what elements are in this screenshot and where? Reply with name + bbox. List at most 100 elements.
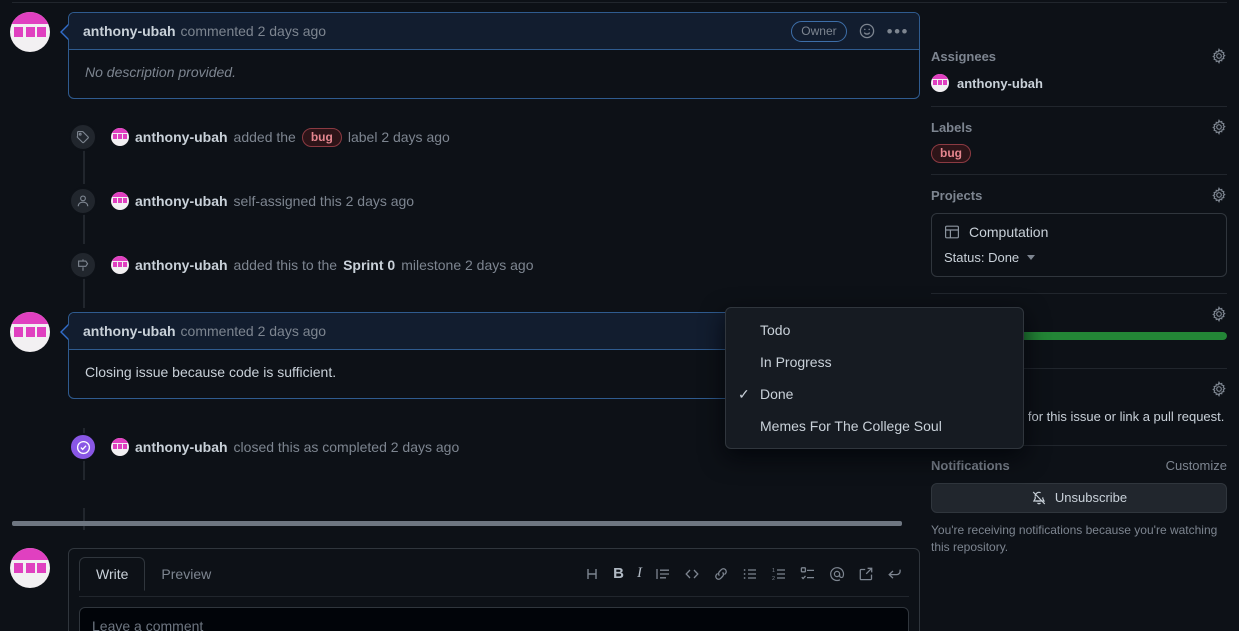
labels-header: Labels	[931, 119, 1227, 135]
editor-tabs: Write Preview B I 1 2	[79, 557, 909, 591]
new-comment-form: Write Preview B I 1 2 Leave a comment	[0, 548, 920, 631]
task-list-icon[interactable]	[800, 566, 816, 582]
gear-icon[interactable]	[1211, 187, 1227, 203]
event-text: anthony-ubah added this to the Sprint 0 …	[111, 256, 534, 274]
timeline-event-assigned: anthony-ubah self-assigned this 2 days a…	[0, 187, 920, 215]
tab-write[interactable]: Write	[79, 557, 146, 591]
assignees-header: Assignees	[931, 48, 1227, 64]
unsubscribe-button[interactable]: Unsubscribe	[931, 482, 1227, 513]
comment-arrow	[60, 24, 69, 40]
svg-text:1: 1	[772, 568, 775, 574]
italic-icon[interactable]: I	[637, 565, 642, 582]
comment-body: No description provided.	[85, 64, 236, 80]
comment-timestamp: commented 2 days ago	[180, 323, 327, 339]
avatar[interactable]	[10, 312, 50, 352]
gear-icon[interactable]	[1211, 48, 1227, 64]
event-text: anthony-ubah added the bug label 2 days …	[111, 127, 450, 147]
project-card[interactable]: Computation Status: Done	[931, 213, 1227, 277]
reference-icon[interactable]	[887, 566, 903, 582]
timeline-connector	[83, 508, 85, 530]
issue-page: anthony-ubah commented 2 days ago Owner	[0, 0, 1239, 631]
gear-icon[interactable]	[1211, 119, 1227, 135]
event-action-suffix: label 2 days ago	[347, 129, 450, 145]
dropdown-item-todo[interactable]: Todo	[726, 314, 1023, 346]
avatar[interactable]	[10, 12, 50, 52]
comment-card: anthony-ubah commented 2 days ago Owner	[68, 12, 920, 99]
comment-input[interactable]: Leave a comment	[79, 607, 909, 631]
assignees-body: anthony-ubah	[931, 74, 1227, 92]
issue-closed-icon	[69, 433, 97, 461]
event-actor[interactable]: anthony-ubah	[135, 193, 228, 209]
dropdown-item-label: In Progress	[760, 354, 832, 370]
mention-icon[interactable]	[829, 566, 845, 582]
comment-author[interactable]: anthony-ubah	[83, 323, 176, 339]
avatar[interactable]	[111, 192, 129, 210]
avatar[interactable]	[10, 548, 50, 588]
comment-editor: Write Preview B I 1 2 Leave a comment	[68, 548, 920, 631]
event-action: added this to the	[233, 257, 338, 273]
sidebar-section-labels: Labels bug	[931, 119, 1227, 174]
customize-link[interactable]: Customize	[1166, 458, 1227, 473]
assignees-title: Assignees	[931, 48, 997, 64]
unordered-list-icon[interactable]	[742, 566, 758, 582]
assignee-item[interactable]: anthony-ubah	[931, 74, 1227, 92]
notifications-note: You're receiving notifications because y…	[931, 522, 1218, 554]
gear-icon[interactable]	[1211, 306, 1227, 322]
project-status-dropdown[interactable]: Status: Done	[944, 250, 1214, 265]
project-status-label: Status: Done	[944, 250, 1020, 265]
event-action: self-assigned this 2 days ago	[233, 193, 415, 209]
milestone-name[interactable]: Sprint 0	[343, 257, 395, 273]
code-icon[interactable]	[684, 566, 700, 582]
dropdown-item-in-progress[interactable]: In Progress	[726, 346, 1023, 378]
comment-arrow	[60, 324, 69, 340]
project-name: Computation	[969, 224, 1049, 240]
tag-icon	[69, 123, 97, 151]
event-actor[interactable]: anthony-ubah	[135, 257, 228, 273]
avatar[interactable]	[111, 256, 129, 274]
milestone-icon	[69, 251, 97, 279]
labels-title: Labels	[931, 119, 973, 135]
ordered-list-icon[interactable]: 12	[771, 566, 787, 582]
top-divider	[12, 2, 1227, 3]
dropdown-item-done[interactable]: ✓ Done	[726, 378, 1023, 410]
comment-author[interactable]: anthony-ubah	[83, 23, 176, 39]
sidebar-section-notifications: Notifications Customize Unsubscribe You'…	[931, 458, 1227, 571]
event-text: anthony-ubah self-assigned this 2 days a…	[111, 192, 414, 210]
timeline-event-labeled: anthony-ubah added the bug label 2 days …	[0, 123, 920, 151]
event-action-suffix: milestone 2 days ago	[401, 257, 534, 273]
emoji-reaction-icon[interactable]	[859, 23, 875, 39]
owner-badge: Owner	[791, 20, 847, 42]
assignee-name: anthony-ubah	[957, 75, 1043, 91]
comment-container: anthony-ubah commented 2 days ago Owner	[60, 12, 920, 99]
dropdown-item-memes[interactable]: Memes For The College Soul	[726, 410, 1023, 442]
project-table-icon	[944, 224, 960, 240]
saved-reply-icon[interactable]	[858, 566, 874, 582]
timeline-event-milestoned: anthony-ubah added this to the Sprint 0 …	[0, 251, 920, 279]
status-dropdown-menu: Todo In Progress ✓ Done Memes For The Co…	[725, 307, 1024, 449]
heading-icon[interactable]	[584, 566, 600, 582]
avatar[interactable]	[111, 438, 129, 456]
notifications-header: Notifications Customize	[931, 458, 1227, 473]
person-icon	[69, 187, 97, 215]
tab-preview[interactable]: Preview	[145, 558, 227, 590]
quote-icon[interactable]	[655, 566, 671, 582]
gear-icon[interactable]	[1211, 381, 1227, 397]
comment-thread-item: anthony-ubah commented 2 days ago Owner	[0, 12, 920, 99]
timeline-separator	[12, 521, 902, 526]
comment-menu-icon[interactable]: •••	[887, 23, 909, 40]
projects-header: Projects	[931, 187, 1227, 203]
event-action: closed this as completed 2 days ago	[233, 439, 460, 455]
label-chip[interactable]: bug	[301, 127, 342, 147]
event-actor[interactable]: anthony-ubah	[135, 439, 228, 455]
bold-icon[interactable]: B	[613, 565, 624, 582]
development-text: for this issue or link a pull request.	[1024, 409, 1225, 424]
dropdown-item-label: Todo	[760, 322, 791, 338]
event-actor[interactable]: anthony-ubah	[135, 129, 228, 145]
avatar	[931, 74, 949, 92]
avatar[interactable]	[111, 128, 129, 146]
label-chip[interactable]: bug	[931, 144, 971, 163]
comment-timestamp: commented 2 days ago	[180, 23, 327, 39]
projects-title: Projects	[931, 187, 983, 203]
dropdown-item-label: Memes For The College Soul	[760, 418, 942, 434]
link-icon[interactable]	[713, 566, 729, 582]
